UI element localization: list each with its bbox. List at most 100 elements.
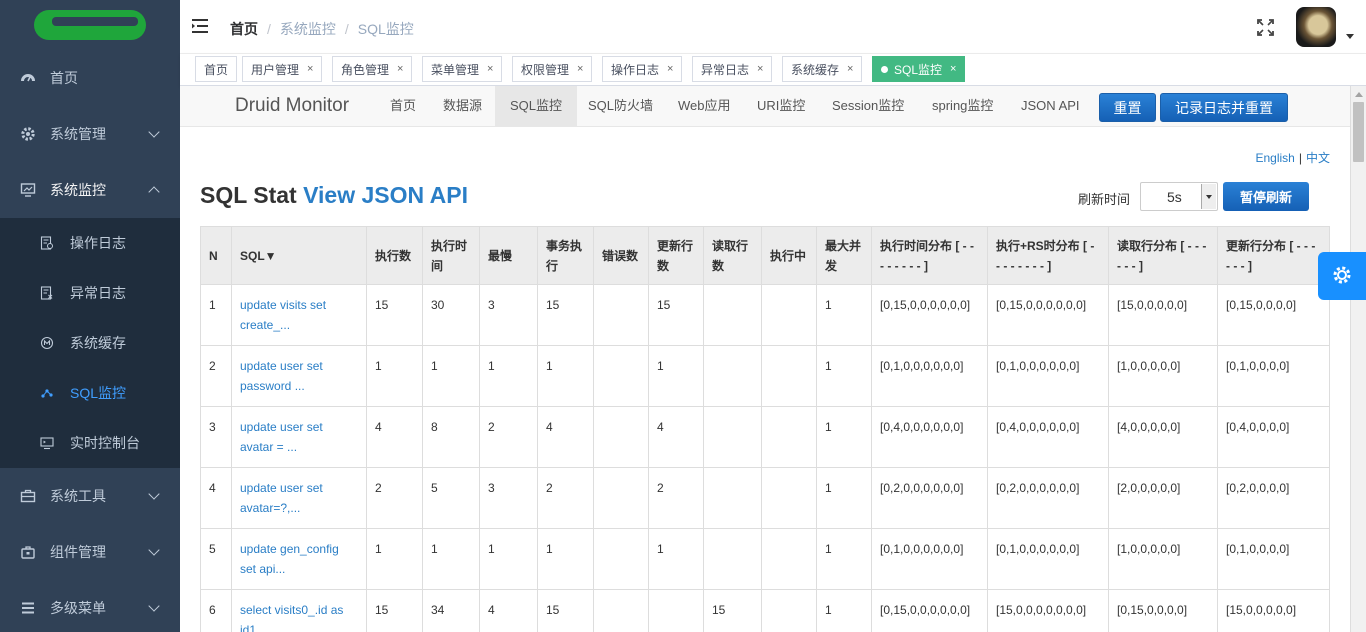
cell-n: 2 [200,345,232,407]
druid-nav-session[interactable]: Session监控 [817,86,919,126]
tag-system-cache[interactable]: 系统缓存 × [782,56,863,82]
avatar[interactable] [1296,7,1336,47]
th-fetch-row-histogram[interactable]: 读取行分布 [ - - - - - - ] [1108,226,1218,285]
cell-value: 2 [537,467,594,529]
close-icon[interactable]: × [667,63,673,75]
refresh-interval-select[interactable]: 5s [1140,182,1218,211]
sidebar-item-label: 多级菜单 [50,600,106,616]
druid-nav-spring[interactable]: spring监控 [917,86,1008,126]
th-max-time[interactable]: 最慢 [479,226,538,285]
th-execute-count[interactable]: 执行数 [366,226,423,285]
th-sql[interactable]: SQL▼ [231,226,367,285]
tag-error-log[interactable]: 异常日志 × [692,56,773,82]
table-row: 2 update user set password ... 1 1 1 1 1… [200,345,1330,407]
th-n[interactable]: N [200,226,232,285]
cell-n: 1 [200,284,232,346]
close-icon[interactable]: × [307,63,313,75]
sidebar-item-system-tools[interactable]: 系统工具 [0,468,180,524]
sidebar-item-components[interactable]: 组件管理 [0,524,180,580]
th-execute-time[interactable]: 执行时间 [422,226,480,285]
tag-user-management[interactable]: 用户管理 × [242,56,323,82]
close-icon[interactable]: × [487,63,493,75]
cell-sql-link[interactable]: update visits set create_... [231,284,367,346]
tag-sql-monitor[interactable]: SQL监控 × [872,56,966,82]
sidebar-item-multilevel-menu[interactable]: 多级菜单 [0,580,180,632]
sidebar-item-system-cache[interactable]: 系统缓存 [0,318,180,368]
cell-sql-link[interactable]: update user set avatar=?,... [231,467,367,529]
th-execute-rs-histogram[interactable]: 执行+RS时分布 [ - - - - - - - - ] [987,226,1109,285]
cell-value [761,589,817,632]
druid-nav-datasource[interactable]: 数据源 [428,86,497,126]
sidebar-item-operation-log[interactable]: 操作日志 [0,218,180,268]
druid-nav-uri[interactable]: URI监控 [742,86,820,126]
cell-value: 15 [366,284,423,346]
sidebar-item-error-log[interactable]: 异常日志 [0,268,180,318]
view-json-api-link[interactable]: View JSON API [303,182,468,208]
scroll-up-arrow-icon[interactable] [1355,92,1363,97]
tag-home[interactable]: 首页 [195,56,238,82]
vertical-scrollbar[interactable] [1350,86,1366,632]
console-icon [40,436,54,450]
cell-value: [15,0,0,0,0,0] [1108,284,1218,346]
pause-refresh-button[interactable]: 暂停刷新 [1223,182,1309,211]
cell-value: 1 [816,467,872,529]
th-update-row-histogram[interactable]: 更新行分布 [ - - - - - - ] [1217,226,1330,285]
cell-value: 1 [648,345,704,407]
close-icon[interactable]: × [577,63,583,75]
caret-down-icon[interactable] [1346,34,1354,39]
th-error-count[interactable]: 错误数 [593,226,649,285]
dropdown-arrow-icon[interactable] [1201,184,1216,209]
cell-value: [0,2,0,0,0,0,0,0] [987,467,1109,529]
cell-sql-link[interactable]: update user set avatar = ... [231,406,367,468]
cell-value: 1 [537,528,594,590]
cell-value: 1 [366,528,423,590]
th-in-transaction[interactable]: 事务执行 [537,226,594,285]
log-and-reset-button[interactable]: 记录日志并重置 [1160,93,1288,122]
th-running[interactable]: 执行中 [761,226,817,285]
th-update-rows[interactable]: 更新行数 [648,226,704,285]
sidebar-item-system-management[interactable]: 系统管理 [0,106,180,162]
tag-permission-management[interactable]: 权限管理 × [512,56,593,82]
druid-nav-home[interactable]: 首页 [375,86,431,126]
tag-role-management[interactable]: 角色管理 × [332,56,413,82]
breadcrumb-home[interactable]: 首页 [230,21,258,37]
druid-nav-sql-firewall[interactable]: SQL防火墙 [573,86,668,126]
close-icon[interactable]: × [950,63,956,75]
chevron-down-icon [148,544,160,556]
scrollbar-thumb[interactable] [1353,102,1364,162]
druid-nav-json-api[interactable]: JSON API [1006,86,1095,126]
reset-button[interactable]: 重置 [1099,93,1156,122]
cell-value: 2 [648,467,704,529]
settings-button[interactable] [1318,252,1366,300]
chevron-down-icon [148,126,160,138]
cell-sql-link[interactable]: select visits0_.id as id1... [231,589,367,632]
hamburger-icon[interactable] [192,19,208,33]
tag-label: 系统缓存 [791,62,840,77]
tag-operation-log[interactable]: 操作日志 × [602,56,683,82]
tag-menu-management[interactable]: 菜单管理 × [422,56,503,82]
lang-chinese-link[interactable]: 中文 [1306,151,1330,165]
sidebar-item-system-monitor[interactable]: 系统监控 [0,162,180,218]
fullscreen-icon[interactable] [1257,19,1274,36]
cell-value [761,467,817,529]
th-fetch-rows[interactable]: 读取行数 [703,226,762,285]
chevron-up-icon [148,186,160,198]
druid-nav-sql[interactable]: SQL监控 [495,86,578,126]
cell-sql-link[interactable]: update gen_config set api... [231,528,367,590]
lang-english-link[interactable]: English [1256,151,1295,165]
close-icon[interactable]: × [757,63,763,75]
error-log-icon [40,286,54,300]
close-icon[interactable]: × [847,63,853,75]
close-icon[interactable]: × [397,63,403,75]
sidebar-item-home[interactable]: 首页 [0,50,180,106]
druid-brand[interactable]: Druid Monitor [235,95,349,117]
th-execute-histogram[interactable]: 执行时间分布 [ - - - - - - - - ] [871,226,988,285]
th-concurrent-max[interactable]: 最大并发 [816,226,872,285]
sidebar-item-sql-monitor[interactable]: SQL监控 [0,368,180,418]
cell-value: [0,15,0,0,0,0,0,0] [871,284,988,346]
page-title: SQL Stat View JSON API [200,182,468,209]
sidebar-item-realtime-console[interactable]: 实时控制台 [0,418,180,468]
page-title-text: SQL Stat [200,182,297,208]
druid-nav-web-app[interactable]: Web应用 [663,86,746,126]
cell-sql-link[interactable]: update user set password ... [231,345,367,407]
